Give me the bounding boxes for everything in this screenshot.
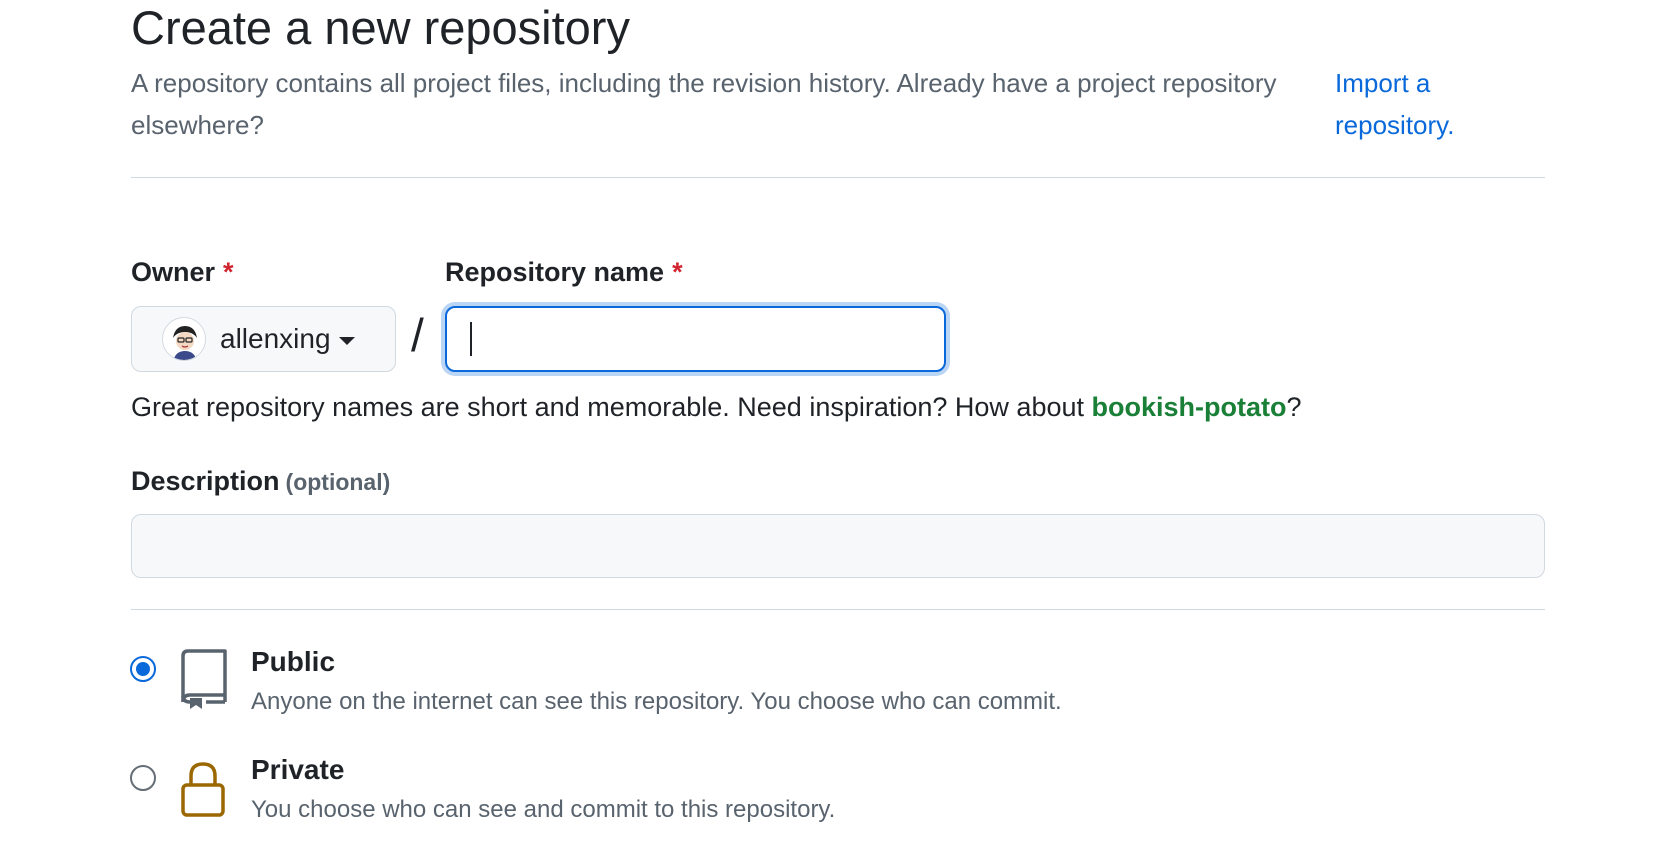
private-radio[interactable]: [130, 765, 156, 791]
public-radio[interactable]: [130, 656, 156, 682]
lock-icon: [177, 757, 229, 826]
repo-name-hint: Great repository names are short and mem…: [131, 392, 1302, 423]
new-repository-page: Create a new repository A repository con…: [0, 0, 1670, 842]
public-option-description: Anyone on the internet can see this repo…: [251, 688, 1062, 715]
visibility-divider: [131, 609, 1545, 610]
repo-icon: [177, 648, 229, 717]
owner-required-mark: *: [223, 257, 234, 287]
private-option-description: You choose who can see and commit to thi…: [251, 796, 836, 823]
owner-dropdown[interactable]: allenxing: [131, 306, 396, 372]
description-label-text: Description: [131, 466, 280, 496]
private-option-title: Private: [251, 754, 345, 785]
description-optional-note: (optional): [285, 469, 391, 495]
avatar: [162, 317, 206, 361]
repo-name-label: Repository name *: [445, 257, 683, 288]
caret-down-icon: [338, 337, 355, 345]
hint-prefix: Great repository names are short and mem…: [131, 392, 1092, 422]
text-cursor: [470, 322, 472, 356]
page-title: Create a new repository: [131, 1, 630, 54]
intro-text: A repository contains all project files,…: [131, 68, 1277, 140]
public-option-title: Public: [251, 646, 336, 677]
hint-suffix: ?: [1286, 392, 1302, 422]
header-divider: [131, 177, 1545, 178]
import-repository-link[interactable]: Import a repository.: [1335, 62, 1515, 146]
owner-repo-separator: /: [411, 309, 424, 361]
repo-name-label-text: Repository name: [445, 257, 665, 287]
repo-name-input[interactable]: [445, 306, 946, 372]
owner-label-text: Owner: [131, 257, 216, 287]
repo-name-required-mark: *: [672, 257, 683, 287]
name-suggestion[interactable]: bookish-potato: [1092, 392, 1287, 422]
description-input[interactable]: [131, 514, 1545, 578]
owner-name: allenxing: [220, 323, 331, 354]
owner-label: Owner *: [131, 257, 234, 288]
description-label: Description (optional): [131, 466, 390, 497]
